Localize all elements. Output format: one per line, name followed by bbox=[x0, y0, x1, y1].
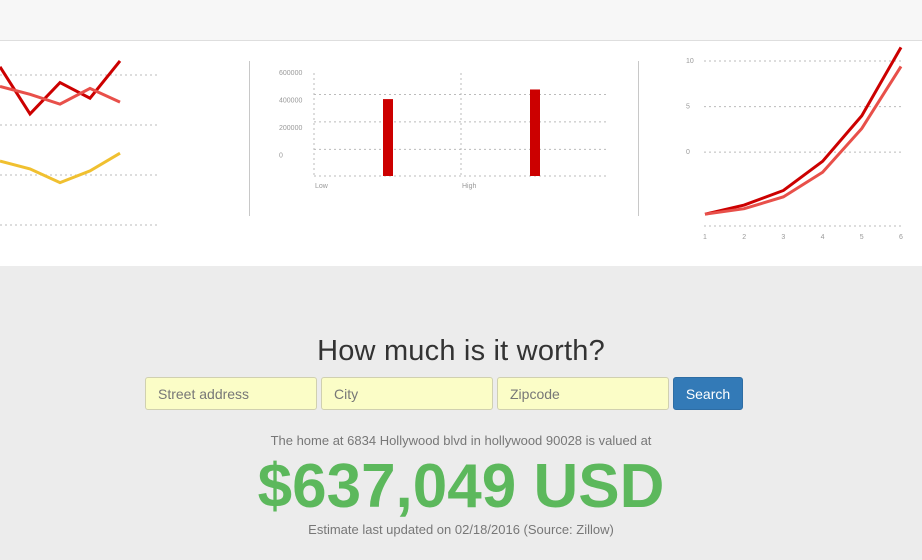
y-tick-label: 10 bbox=[686, 58, 694, 65]
series-line-0 bbox=[0, 60, 122, 117]
page-title: How much is it worth? bbox=[317, 335, 605, 367]
bar-0 bbox=[383, 99, 393, 176]
x-tick-label: 1 bbox=[703, 234, 707, 241]
y-tick-label: 0 bbox=[686, 149, 690, 156]
y-tick-label: 600000 bbox=[279, 70, 302, 77]
line-chart-left bbox=[0, 60, 158, 226]
series-line-1 bbox=[704, 65, 903, 216]
bar-chart-middle: 600000 400000 200000 0 Low High bbox=[279, 70, 607, 190]
y-tick-label: 400000 bbox=[279, 97, 302, 104]
series-line-2 bbox=[0, 151, 121, 185]
top-navbar bbox=[0, 0, 922, 41]
estimate-updated-note: Estimate last updated on 02/18/2016 (Sou… bbox=[308, 522, 614, 537]
city-input[interactable] bbox=[321, 377, 493, 410]
x-tick-label: Low bbox=[315, 183, 329, 190]
y-tick-label: 200000 bbox=[279, 125, 302, 132]
chart-divider-left bbox=[249, 61, 250, 216]
line-chart-right: 10 5 0 1 2 3 4 5 6 bbox=[686, 46, 903, 241]
x-tick-label: 3 bbox=[781, 234, 785, 241]
valuation-description: The home at 6834 Hollywood blvd in holly… bbox=[270, 433, 652, 448]
y-tick-label: 0 bbox=[279, 152, 283, 159]
bar-1 bbox=[530, 89, 540, 176]
x-tick-label: High bbox=[462, 183, 477, 190]
x-tick-label: 5 bbox=[860, 234, 864, 241]
series-line-0 bbox=[704, 46, 903, 216]
x-tick-label: 6 bbox=[899, 234, 903, 241]
search-button[interactable]: Search bbox=[673, 377, 743, 410]
x-tick-label: 2 bbox=[742, 234, 746, 241]
zipcode-input[interactable] bbox=[497, 377, 669, 410]
x-tick-label: 4 bbox=[821, 234, 825, 241]
charts-band: 600000 400000 200000 0 Low High 10 5 0 1 2 3 4 5 6 bbox=[0, 41, 922, 266]
y-tick-label: 5 bbox=[686, 104, 690, 111]
chart-divider-right bbox=[638, 61, 639, 216]
estimated-price: $637,049 USD bbox=[257, 452, 665, 521]
street-address-input[interactable] bbox=[145, 377, 317, 410]
